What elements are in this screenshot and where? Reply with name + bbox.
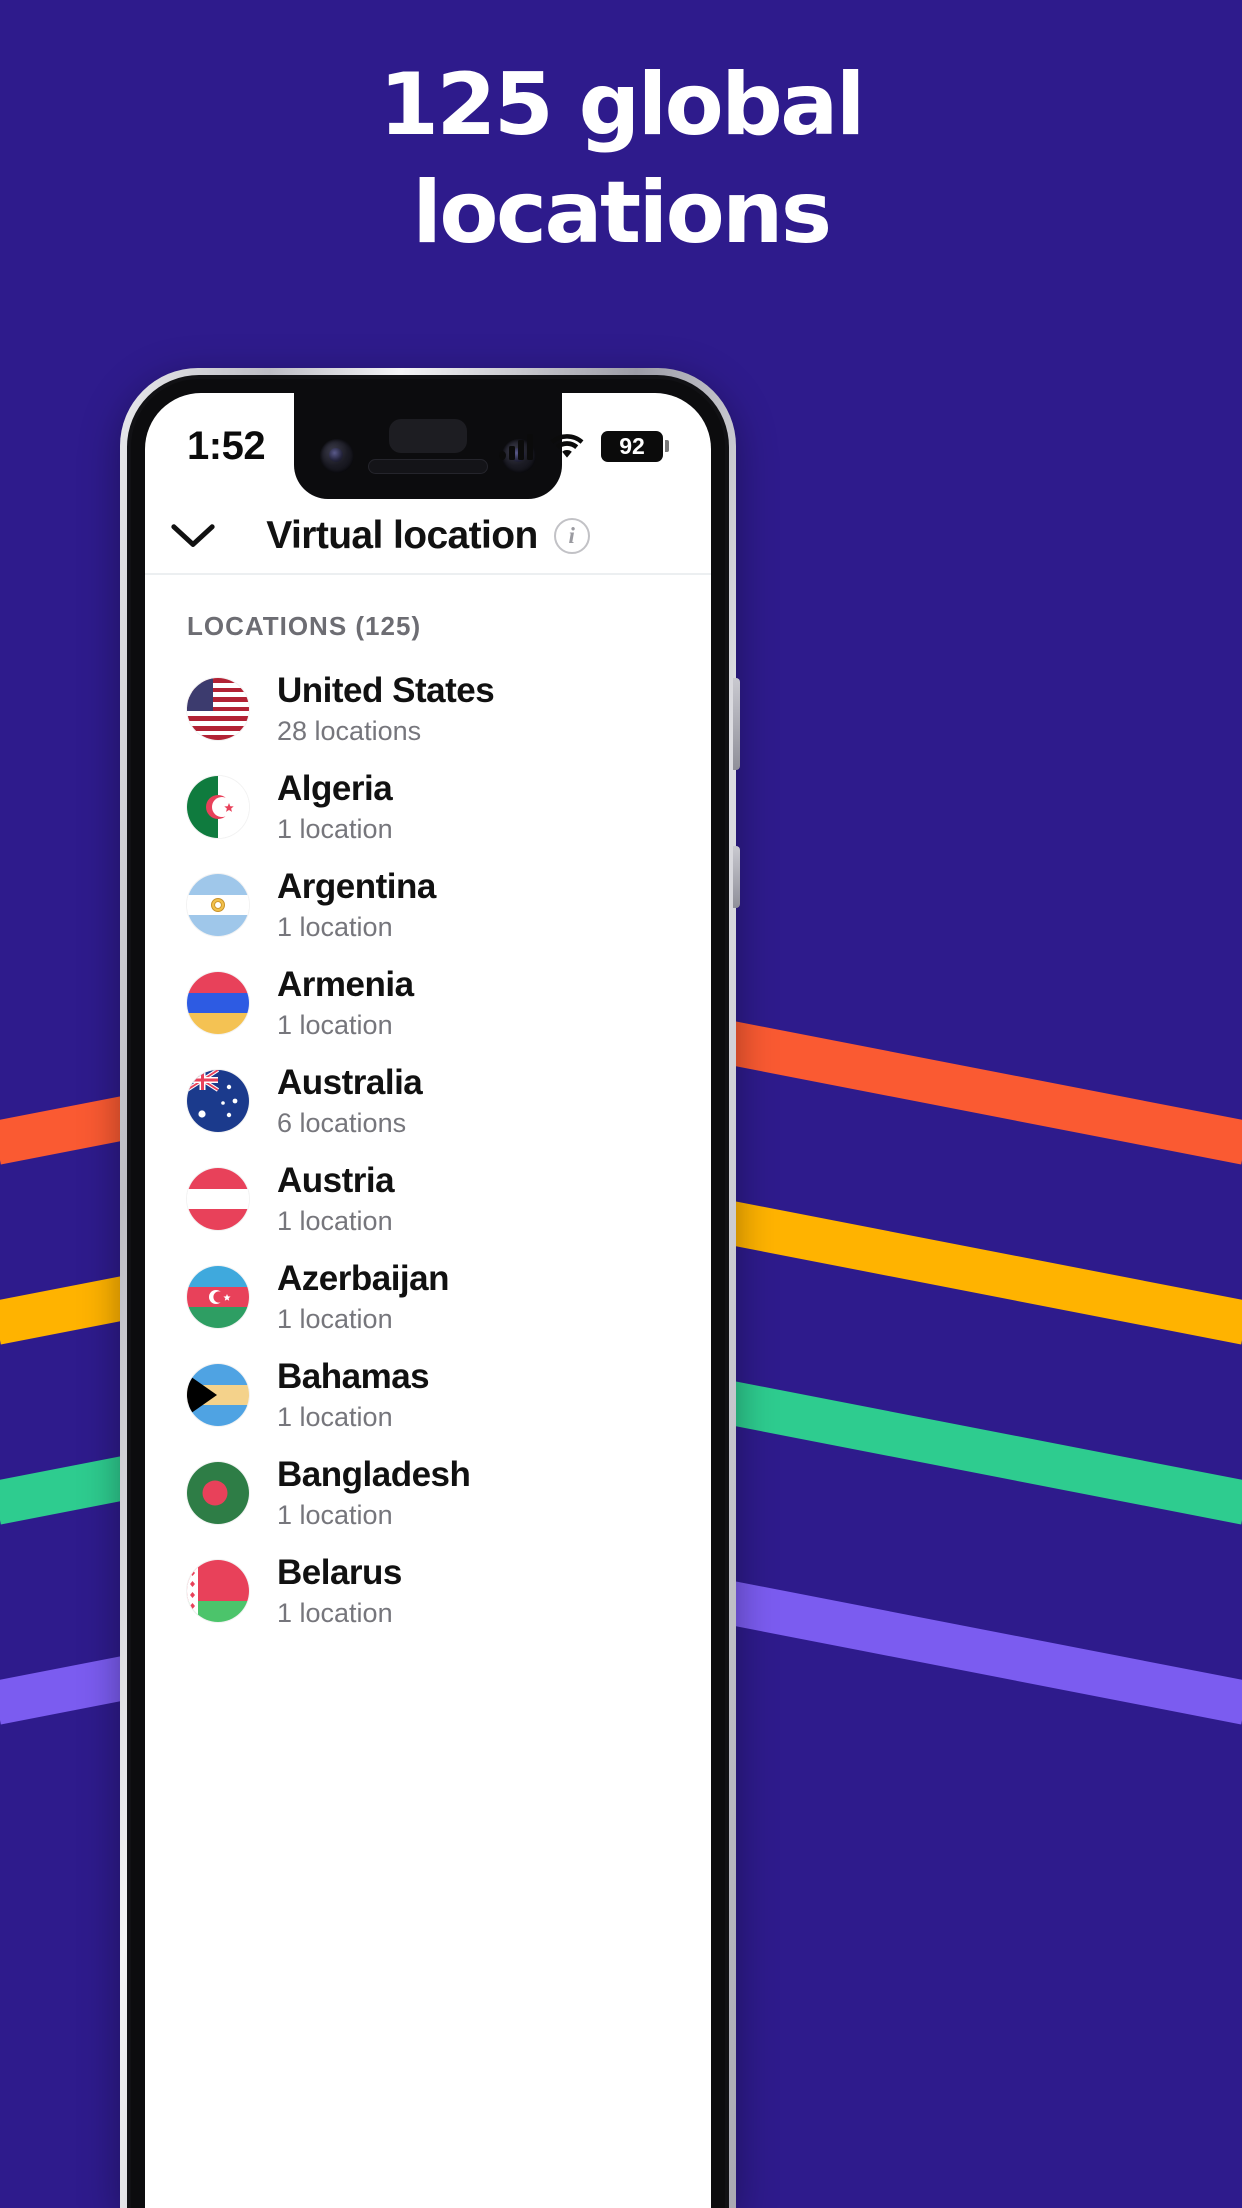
- list-item-sub: 1 location: [277, 1205, 393, 1236]
- list-item-country: Azerbaijan: [277, 1259, 450, 1299]
- list-item[interactable]: Algeria 1 location: [145, 758, 711, 856]
- list-item-text: Belarus 1 location: [277, 1553, 402, 1628]
- flag-us-icon: [187, 678, 249, 740]
- list-item-country: United States: [277, 671, 495, 711]
- info-icon[interactable]: i: [553, 518, 590, 554]
- phone-mockup: 1:52 92 Virtual location i LOCATIONS (12…: [120, 368, 740, 2208]
- signal-bars-icon: [499, 432, 533, 460]
- flag-bs-icon: [187, 1364, 249, 1426]
- headline-line-2: locations: [412, 163, 832, 263]
- promo-headline: 125 global locations: [0, 62, 1242, 256]
- list-item-text: Argentina 1 location: [277, 867, 436, 942]
- list-item-sub: 1 location: [277, 813, 393, 844]
- list-item-sub: 1 location: [277, 1401, 393, 1432]
- list-item-sub: 1 location: [277, 1303, 393, 1334]
- list-item-sub: 6 locations: [277, 1107, 407, 1138]
- flag-by-icon: [187, 1560, 249, 1622]
- list-item-sub: 1 location: [277, 911, 393, 942]
- list-item-country: Belarus: [277, 1553, 402, 1593]
- list-item[interactable]: Belarus 1 location: [145, 1542, 711, 1640]
- list-item[interactable]: Argentina 1 location: [145, 856, 711, 954]
- list-item-country: Australia: [277, 1063, 423, 1103]
- list-item[interactable]: Bahamas 1 location: [145, 1346, 711, 1444]
- list-item-country: Algeria: [277, 769, 393, 809]
- wifi-icon: [550, 434, 584, 458]
- phone-volume-button[interactable]: [733, 678, 740, 770]
- section-header-locations: LOCATIONS (125): [187, 611, 422, 641]
- status-bar: 1:52 92: [145, 393, 711, 499]
- battery-icon: 92: [601, 430, 669, 462]
- status-icons: 92: [499, 430, 669, 462]
- list-item-sub: 1 location: [277, 1009, 393, 1040]
- list-item[interactable]: Australia 6 locations: [145, 1052, 711, 1150]
- nav-title-group: Virtual location i: [241, 514, 615, 558]
- flag-am-icon: [187, 972, 249, 1034]
- list-item-country: Armenia: [277, 965, 414, 1005]
- list-item-text: Bahamas 1 location: [277, 1357, 430, 1432]
- list-item-sub: 28 locations: [277, 715, 422, 746]
- phone-bezel-inner: 1:52 92 Virtual location i LOCATIONS (12…: [131, 379, 725, 2208]
- flag-at-icon: [187, 1168, 249, 1230]
- list-item-sub: 1 location: [277, 1499, 393, 1530]
- nav-divider: [145, 573, 711, 575]
- battery-cap: [665, 440, 669, 452]
- flag-dz-icon: [187, 776, 249, 838]
- flag-bd-icon: [187, 1462, 249, 1524]
- flag-az-icon: [187, 1266, 249, 1328]
- list-item[interactable]: Azerbaijan 1 location: [145, 1248, 711, 1346]
- list-item[interactable]: Austria 1 location: [145, 1150, 711, 1248]
- app-nav-bar: Virtual location i: [145, 499, 711, 573]
- list-item-country: Bangladesh: [277, 1455, 471, 1495]
- status-time: 1:52: [187, 423, 266, 468]
- list-item-text: Bangladesh 1 location: [277, 1455, 471, 1530]
- flag-ar-icon: [187, 874, 249, 936]
- back-button[interactable]: [145, 499, 241, 573]
- phone-bezel: 1:52 92 Virtual location i LOCATIONS (12…: [127, 375, 729, 2208]
- list-item-text: Austria 1 location: [277, 1161, 395, 1236]
- list-item-text: Algeria 1 location: [277, 769, 393, 844]
- list-item-country: Austria: [277, 1161, 395, 1201]
- list-item[interactable]: United States 28 locations: [145, 660, 711, 758]
- list-item-country: Argentina: [277, 867, 436, 907]
- list-item-sub: 1 location: [277, 1597, 393, 1628]
- phone-screen: 1:52 92 Virtual location i LOCATIONS (12…: [145, 393, 711, 2208]
- phone-power-button[interactable]: [733, 846, 740, 908]
- list-item[interactable]: Bangladesh 1 location: [145, 1444, 711, 1542]
- battery-level-text: 92: [601, 430, 663, 462]
- chevron-down-icon: [171, 524, 215, 547]
- page-title: Virtual location: [266, 514, 538, 557]
- list-item-text: Armenia 1 location: [277, 965, 414, 1040]
- list-item-text: United States 28 locations: [277, 671, 495, 746]
- headline-line-1: 125 global: [379, 55, 865, 155]
- list-item-text: Azerbaijan 1 location: [277, 1259, 450, 1334]
- locations-list[interactable]: LOCATIONS (125) United States 28 locatio…: [145, 575, 711, 2208]
- list-item-country: Bahamas: [277, 1357, 430, 1397]
- flag-au-icon: [187, 1070, 249, 1132]
- list-item-text: Australia 6 locations: [277, 1063, 423, 1138]
- list-item[interactable]: Armenia 1 location: [145, 954, 711, 1052]
